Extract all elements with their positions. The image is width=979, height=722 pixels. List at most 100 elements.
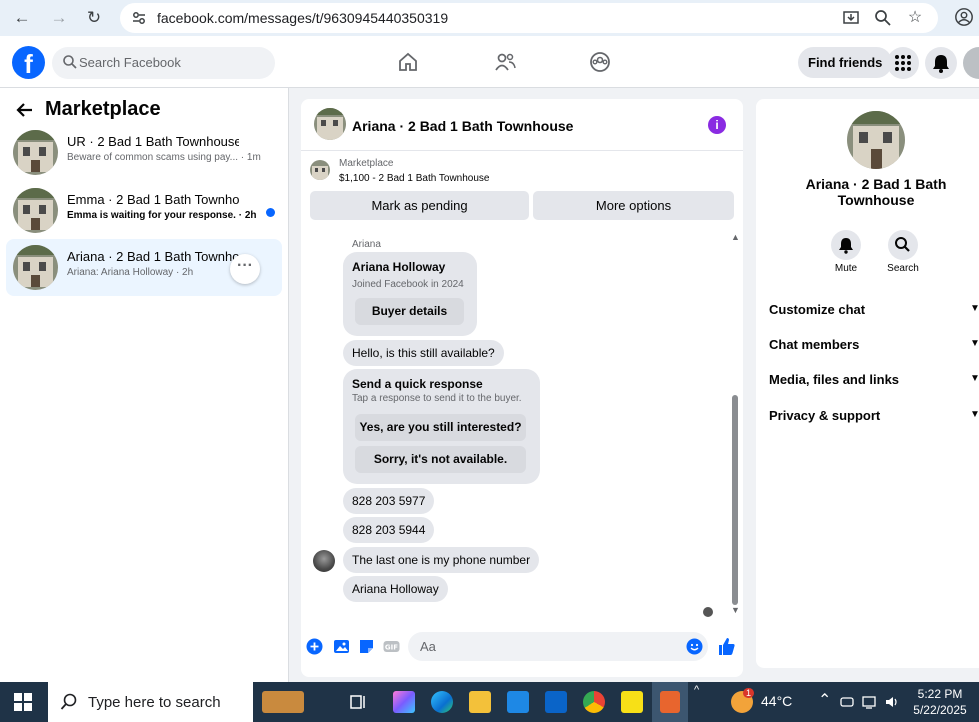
more-options-icon[interactable]: ··· bbox=[230, 254, 260, 284]
bookmark-star-icon[interactable]: ☆ bbox=[905, 8, 925, 28]
quick-response-option[interactable]: Yes, are you still interested? bbox=[355, 414, 526, 441]
chat-header: Ariana · 2 Bad 1 Bath Townhouse i bbox=[301, 99, 743, 151]
conversation-preview: Emma is waiting for your response. · 2h bbox=[67, 210, 257, 221]
buyer-name: Ariana Holloway bbox=[352, 260, 446, 274]
buyer-details-button[interactable]: Buyer details bbox=[355, 298, 464, 325]
section-label: Chat members bbox=[769, 337, 860, 352]
file-explorer-icon[interactable] bbox=[469, 691, 491, 713]
network-icon[interactable] bbox=[862, 694, 878, 710]
facebook-logo[interactable]: f bbox=[12, 46, 45, 79]
message-composer: GIF Aa bbox=[301, 629, 743, 677]
customize-chat-row[interactable]: Customize chat ▼ bbox=[769, 302, 979, 317]
chevron-down-icon: ▼ bbox=[970, 409, 979, 420]
address-bar[interactable]: facebook.com/messages/t/9630945440350319 bbox=[120, 3, 938, 33]
notifications-button[interactable] bbox=[925, 47, 957, 79]
taskbar-search-placeholder: Type here to search bbox=[88, 694, 221, 711]
mute-button[interactable] bbox=[831, 230, 861, 260]
back-arrow-icon[interactable] bbox=[15, 100, 35, 120]
privacy-support-row[interactable]: Privacy & support ▼ bbox=[769, 408, 979, 423]
info-icon[interactable]: i bbox=[708, 116, 726, 134]
message-bubble: Ariana Holloway bbox=[343, 576, 448, 602]
quick-response-option[interactable]: Sorry, it's not available. bbox=[355, 446, 526, 473]
seen-indicator bbox=[703, 607, 713, 617]
friends-icon[interactable] bbox=[493, 50, 517, 74]
chevron-up-icon[interactable]: ^ bbox=[694, 684, 699, 696]
logo-letter: f bbox=[24, 49, 33, 79]
gif-icon[interactable]: GIF bbox=[383, 638, 400, 655]
widgets-icon[interactable] bbox=[262, 691, 304, 713]
section-label: Privacy & support bbox=[769, 408, 881, 423]
clock-date: 5/22/2025 bbox=[913, 703, 967, 717]
volume-icon[interactable] bbox=[884, 694, 900, 710]
profile-icon[interactable] bbox=[954, 7, 974, 27]
search-icon bbox=[60, 693, 77, 710]
site-settings-icon[interactable] bbox=[130, 9, 148, 27]
scrollbar-thumb[interactable] bbox=[732, 395, 738, 605]
search-facebook-input[interactable]: Search Facebook bbox=[52, 47, 275, 79]
taskbar-search-box[interactable]: Type here to search bbox=[48, 682, 253, 722]
marketplace-conversations-panel: Marketplace UR · 2 Bad 1 Bath Townhouse … bbox=[0, 88, 289, 682]
chevron-down-icon: ▼ bbox=[970, 303, 979, 314]
zoom-icon[interactable] bbox=[873, 8, 893, 28]
copilot-icon[interactable] bbox=[393, 691, 415, 713]
install-app-icon[interactable] bbox=[841, 8, 861, 28]
listing-photo[interactable] bbox=[847, 111, 905, 169]
conversation-title: UR · 2 Bad 1 Bath Townhouse bbox=[67, 134, 239, 149]
meet-now-icon[interactable] bbox=[839, 694, 855, 710]
message-bubble: The last one is my phone number bbox=[343, 547, 540, 573]
conversation-title: Ariana · 2 Bad 1 Bath Townhouse bbox=[67, 249, 239, 264]
reload-icon[interactable]: ↻ bbox=[83, 8, 105, 28]
quick-response-title: Send a quick response bbox=[352, 377, 483, 391]
edge-browser-icon[interactable] bbox=[431, 691, 453, 713]
weather-icon[interactable]: 1 bbox=[731, 688, 755, 713]
listing-source: Marketplace bbox=[339, 158, 394, 169]
chat-listing-thumbnail[interactable] bbox=[314, 108, 346, 140]
thumbs-up-icon[interactable] bbox=[717, 637, 736, 656]
conversation-item-active[interactable]: Ariana · 2 Bad 1 Bath Townhouse Ariana: … bbox=[6, 239, 282, 296]
message-input[interactable]: Aa bbox=[408, 632, 708, 661]
grid-menu-icon bbox=[895, 55, 911, 71]
microsoft-store-icon[interactable] bbox=[507, 691, 529, 713]
home-icon[interactable] bbox=[396, 50, 420, 74]
url-text[interactable]: facebook.com/messages/t/9630945440350319 bbox=[157, 10, 448, 26]
emoji-icon[interactable] bbox=[686, 638, 703, 655]
windows-start-icon[interactable] bbox=[14, 693, 32, 711]
scroll-up-icon[interactable]: ▲ bbox=[731, 232, 740, 242]
tray-expand-icon[interactable]: ⌃ bbox=[818, 690, 831, 710]
back-arrow-icon[interactable]: ← bbox=[11, 8, 33, 28]
sticky-notes-icon[interactable] bbox=[621, 691, 643, 713]
media-files-links-row[interactable]: Media, files and links ▼ bbox=[769, 372, 979, 387]
section-label: Media, files and links bbox=[769, 372, 900, 387]
find-friends-button[interactable]: Find friends bbox=[798, 47, 893, 78]
search-conversation-button[interactable] bbox=[888, 230, 918, 260]
bell-icon bbox=[933, 55, 949, 73]
quick-response-card: Send a quick response Tap a response to … bbox=[343, 369, 540, 484]
plus-icon[interactable] bbox=[306, 638, 323, 655]
more-options-button[interactable]: More options bbox=[533, 191, 734, 220]
weather-badge: 1 bbox=[743, 688, 755, 698]
chat-title[interactable]: Ariana · 2 Bad 1 Bath Townhouse bbox=[352, 118, 573, 134]
account-avatar[interactable] bbox=[963, 47, 979, 79]
menu-button[interactable] bbox=[887, 47, 919, 79]
clock-time: 5:22 PM bbox=[917, 687, 963, 701]
outlook-icon[interactable] bbox=[545, 691, 567, 713]
task-view-icon[interactable] bbox=[348, 691, 370, 713]
chrome-icon[interactable] bbox=[583, 691, 605, 713]
svg-text:GIF: GIF bbox=[385, 644, 398, 652]
mark-as-pending-button[interactable]: Mark as pending bbox=[310, 191, 529, 220]
conversation-item[interactable]: UR · 2 Bad 1 Bath Townhouse Beware of co… bbox=[6, 124, 282, 181]
scroll-down-icon[interactable]: ▼ bbox=[731, 605, 740, 615]
search-label: Search bbox=[887, 263, 919, 274]
message-bubble: 828 203 5977 bbox=[343, 488, 435, 514]
forward-arrow-icon[interactable]: → bbox=[48, 8, 70, 28]
system-clock[interactable]: 5:22 PM 5/22/2025 bbox=[905, 686, 975, 718]
buyer-joined: Joined Facebook in 2024 bbox=[352, 279, 464, 290]
listing-summary[interactable]: $1,100 - 2 Bad 1 Bath Townhouse bbox=[339, 173, 489, 184]
active-app-icon[interactable] bbox=[652, 682, 688, 722]
listing-thumbnail bbox=[13, 188, 58, 233]
groups-icon[interactable] bbox=[588, 50, 612, 74]
conversation-item[interactable]: Emma · 2 Bad 1 Bath Townhouse Emma is wa… bbox=[6, 182, 282, 239]
photo-icon[interactable] bbox=[333, 638, 350, 655]
sticker-icon[interactable] bbox=[358, 638, 375, 655]
chat-members-row[interactable]: Chat members ▼ bbox=[769, 337, 979, 352]
